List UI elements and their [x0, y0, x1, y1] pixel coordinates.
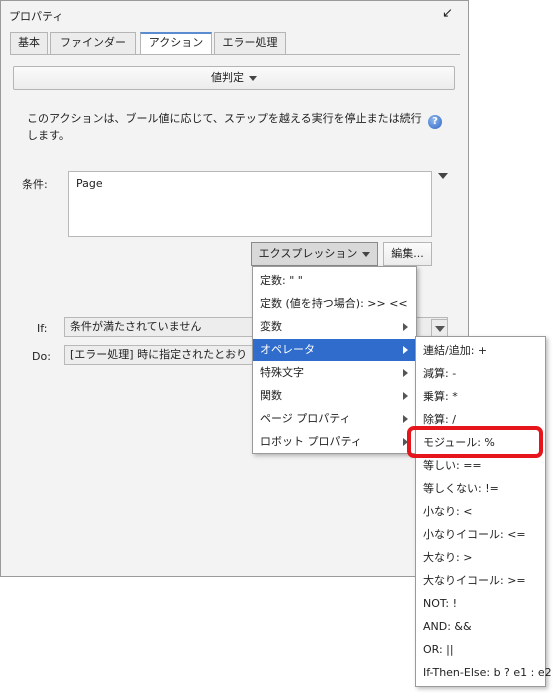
action-type-select[interactable]: 値判定	[13, 66, 455, 90]
action-description: このアクションは、ブール値に応じて、ステップを越える実行を停止または続行します。	[27, 112, 422, 142]
operator-item[interactable]: AND: &&	[416, 616, 545, 638]
menu-item-label: オペレータ	[260, 343, 315, 356]
operator-item[interactable]: NOT: !	[416, 593, 545, 615]
chevron-right-icon	[403, 323, 408, 331]
operator-item[interactable]: 減算: -	[416, 363, 545, 385]
operator-item[interactable]: 連結/追加: +	[416, 340, 545, 362]
chevron-down-icon	[362, 251, 371, 257]
condition-value: Page	[76, 177, 103, 190]
menu-item-label: 等しい: ==	[423, 459, 482, 472]
expression-button[interactable]: エクスプレッション	[251, 242, 378, 266]
menu-item-page-properties[interactable]: ページ プロパティ	[253, 408, 416, 430]
do-value: [エラー処理] 時に指定されたとおり	[70, 348, 248, 361]
chevron-right-icon	[403, 438, 408, 446]
menu-item-label: ロボット プロパティ	[260, 435, 362, 448]
menu-item-label: 変数	[260, 320, 282, 333]
menu-item-label: OR: ||	[423, 643, 454, 656]
menu-item-label: If-Then-Else: b ? e1 : e2	[423, 666, 552, 679]
expression-menu: 定数: " " 定数 (値を持つ場合): >> << 変数 オペレータ 特殊文字…	[252, 266, 417, 454]
condition-label: 条件:	[22, 178, 48, 191]
chevron-down-icon	[249, 75, 257, 81]
operator-item[interactable]: OR: ||	[416, 639, 545, 661]
menu-item-label: 定数 (値を持つ場合): >> <<	[260, 297, 408, 310]
chevron-right-icon	[403, 415, 408, 423]
if-value: 条件が満たされていません	[70, 320, 202, 333]
expression-button-label: エクスプレッション	[258, 247, 358, 260]
menu-item-label: 定数: " "	[260, 274, 303, 287]
tab-label: ファインダー	[60, 36, 126, 49]
operator-item[interactable]: 小なりイコール: <=	[416, 524, 545, 546]
menu-item-label: 等しくない: !=	[423, 482, 499, 495]
condition-dropdown-icon[interactable]	[438, 173, 448, 179]
menu-item-label: 減算: -	[423, 367, 457, 380]
tab-divider	[10, 54, 460, 55]
chevron-right-icon	[403, 392, 408, 400]
menu-item-label: 乗算: *	[423, 390, 458, 403]
operator-item[interactable]: 大なりイコール: >=	[416, 570, 545, 592]
operator-item[interactable]: 大なり: >	[416, 547, 545, 569]
operator-item[interactable]: 等しい: ==	[416, 455, 545, 477]
menu-item-label: 大なりイコール: >=	[423, 574, 526, 587]
if-dropdown-button[interactable]	[431, 319, 448, 337]
tab-basic[interactable]: 基本	[10, 32, 48, 54]
do-label: Do:	[32, 350, 51, 363]
pin-arrow-icon[interactable]: ↙	[442, 6, 453, 21]
operator-item[interactable]: 等しくない: !=	[416, 478, 545, 500]
operator-submenu: 連結/追加: + 減算: - 乗算: * 除算: / モジュール: % 等しい:…	[415, 336, 552, 687]
menu-item-variables[interactable]: 変数	[253, 316, 416, 338]
chevron-right-icon	[403, 369, 408, 377]
operator-item[interactable]: If-Then-Else: b ? e1 : e2	[416, 662, 552, 684]
operator-item[interactable]: 乗算: *	[416, 386, 545, 408]
menu-item-label: 小なり: <	[423, 505, 473, 518]
panel-titlebar: プロパティ ↙	[1, 1, 468, 27]
menu-item-label: 大なり: >	[423, 551, 473, 564]
menu-item-label: 除算: /	[423, 413, 456, 426]
if-label: If:	[37, 322, 48, 335]
tab-error-handling[interactable]: エラー処理	[214, 32, 286, 54]
menu-item-label: 小なりイコール: <=	[423, 528, 526, 541]
do-select[interactable]: [エラー処理] 時に指定されたとおり	[64, 345, 254, 365]
menu-item-label: 特殊文字	[260, 366, 304, 379]
panel-title: プロパティ	[9, 10, 64, 23]
action-type-value: 値判定	[211, 71, 244, 84]
menu-item-robot-properties[interactable]: ロボット プロパティ	[253, 431, 416, 453]
menu-item-special-characters[interactable]: 特殊文字	[253, 362, 416, 384]
edit-button[interactable]: 編集...	[383, 242, 432, 266]
chevron-right-icon	[403, 346, 408, 354]
menu-item-constant[interactable]: 定数: " "	[253, 270, 416, 292]
tab-label: 基本	[18, 36, 40, 49]
menu-item-label: 連結/追加: +	[423, 344, 488, 357]
tab-label: エラー処理	[222, 36, 278, 49]
help-icon[interactable]: ?	[428, 115, 442, 129]
menu-item-label: ページ プロパティ	[260, 412, 351, 425]
menu-item-label: NOT: !	[423, 597, 458, 610]
chevron-down-icon	[435, 326, 445, 332]
operator-item[interactable]: 小なり: <	[416, 501, 545, 523]
menu-item-functions[interactable]: 関数	[253, 385, 416, 407]
tab-action[interactable]: アクション	[140, 32, 212, 54]
tab-finder[interactable]: ファインダー	[50, 32, 136, 54]
tab-label: アクション	[148, 36, 204, 49]
menu-item-label: AND: &&	[423, 620, 472, 633]
condition-input[interactable]: Page	[68, 171, 432, 237]
menu-item-operators[interactable]: オペレータ	[253, 339, 416, 361]
menu-item-label: 関数	[260, 389, 282, 402]
operator-item[interactable]: 除算: /	[416, 409, 545, 431]
menu-item-constant-with-value[interactable]: 定数 (値を持つ場合): >> <<	[253, 293, 416, 315]
operator-item-modulo[interactable]: モジュール: %	[416, 432, 545, 454]
menu-item-label: モジュール: %	[423, 436, 495, 449]
